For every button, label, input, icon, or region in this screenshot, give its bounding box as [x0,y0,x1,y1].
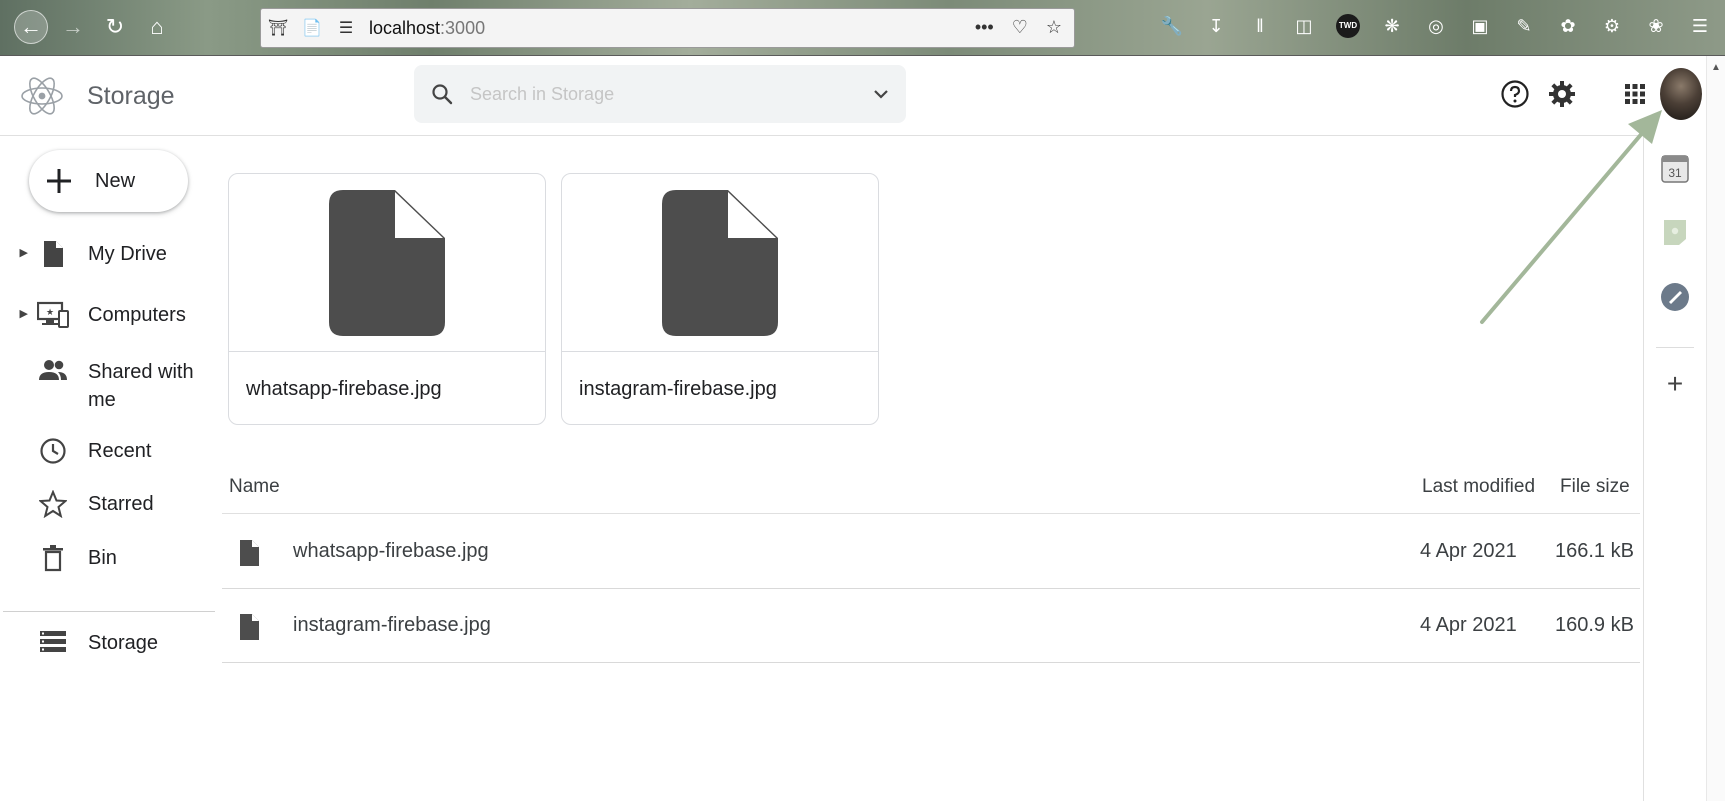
expand-caret-icon[interactable]: ▶ [0,240,28,259]
new-button-label: New [95,169,136,192]
clock-icon [28,437,78,465]
extension-toolbar: 🔧 ↧ ‖ ◫ TWD ❋ ◎ ▣ ✎ ✿ ⚙ ❀ ☰ [1160,14,1712,38]
sidebar-item-label: Storage [88,632,159,654]
permissions-icon[interactable]: ☰ [329,18,363,38]
sidebar-item-computers[interactable]: ▶ ★ Computers [0,301,215,329]
file-modified: 4 Apr 2021 [1420,540,1517,562]
file-icon [329,189,445,336]
trash-icon [28,544,78,572]
computers-icon: ★ [28,301,78,329]
home-icon[interactable]: ⌂ [140,10,174,44]
sidebar-icon[interactable]: ◫ [1292,14,1316,38]
new-button[interactable]: New [29,150,188,212]
apps-grid-icon[interactable] [1617,76,1653,112]
sidebar-divider [3,611,215,612]
gear-icon[interactable] [1544,76,1580,112]
avatar[interactable] [1660,68,1702,120]
side-panel-divider [1656,347,1694,348]
wrench-icon[interactable]: 🔧 [1160,14,1184,38]
calendar-icon[interactable]: 31 [1660,153,1690,183]
scrollbar[interactable]: ▲ [1706,56,1725,801]
file-size: 166.1 kB [1555,540,1634,562]
sidebar-item-label: Bin [88,547,117,569]
file-list-header: Name Last modified File size [222,466,1640,514]
hamburger-menu-icon[interactable]: ☰ [1688,14,1712,38]
forward-icon[interactable]: → [56,10,90,44]
sidebar-item-label: Computers [88,304,186,326]
plus-icon [29,168,89,194]
page-icon: 📄 [302,20,322,37]
expand-caret-icon[interactable]: ▶ [0,301,28,320]
sidebar-item-label: Recent [88,440,152,462]
shield-icon[interactable]: ⛩ [261,18,295,38]
column-header-last-modified[interactable]: Last modified [1422,476,1535,498]
file-size: 160.9 kB [1555,614,1634,636]
file-card-name: instagram-firebase.jpg [579,378,777,400]
sidebar-item-label: Starred [88,493,154,515]
extension-badge-icon[interactable]: TWD [1336,14,1360,38]
file-name: whatsapp-firebase.jpg [293,540,489,562]
translate-icon[interactable]: ⚙ [1600,14,1624,38]
browser-toolbar: ← → ↻ ⌂ ⛩ 📄 ☰ localhost:3000 ••• ♡ ☆ 🔧 ↧… [0,0,1725,56]
app-title: Storage [87,82,175,110]
react-logo-icon [21,77,63,115]
file-icon [28,240,78,268]
keep-notes-icon[interactable] [1660,217,1690,247]
star-icon [28,490,78,518]
add-addon-icon[interactable]: + [1660,368,1690,399]
url-text[interactable]: localhost:3000 [369,18,485,39]
file-card[interactable]: whatsapp-firebase.jpg [228,173,546,425]
sidebar-item-label: Shared with me [88,361,194,411]
file-icon [238,613,260,646]
table-row[interactable]: instagram-firebase.jpg 4 Apr 2021 160.9 … [222,589,1640,663]
scroll-up-icon[interactable]: ▲ [1711,62,1721,73]
column-header-file-size[interactable]: File size [1560,476,1630,498]
sidebar-item-my-drive[interactable]: ▶ My Drive [0,240,215,268]
search-icon[interactable] [414,82,470,106]
file-card[interactable]: instagram-firebase.jpg [561,173,879,425]
target-icon[interactable]: ◎ [1424,14,1448,38]
column-header-name[interactable]: Name [229,476,280,498]
footprint-icon[interactable]: ✿ [1556,14,1580,38]
back-icon[interactable]: ← [14,10,48,44]
page-actions-icon[interactable]: ••• [975,17,994,38]
notes-icon[interactable]: ✎ [1512,14,1536,38]
pocket-icon[interactable]: ♡ [1012,17,1028,38]
sidebar-item-bin[interactable]: Bin [0,544,215,572]
file-thumbnail [229,174,545,352]
side-panel: 31 + [1643,137,1705,801]
sidebar-item-recent[interactable]: Recent [0,437,215,465]
search-bar [414,65,906,123]
sidebar-item-storage[interactable]: Storage [0,629,215,657]
screenshot-icon[interactable]: ▣ [1468,14,1492,38]
file-thumbnail [562,174,878,352]
sidebar-item-shared-with-me[interactable]: Shared with me [0,358,215,414]
svg-text:★: ★ [46,308,54,318]
storage-icon [28,629,78,653]
reload-icon[interactable]: ↻ [98,10,132,44]
people-icon [28,358,78,382]
sidebar-item-label: My Drive [88,243,167,265]
annotation-arrow [1480,110,1662,324]
palette-icon[interactable]: ❀ [1644,14,1668,38]
file-name: instagram-firebase.jpg [293,614,491,636]
address-bar[interactable]: ⛩ 📄 ☰ localhost:3000 ••• ♡ ☆ [260,8,1075,48]
app-header: Storage [0,56,1702,136]
chevron-down-icon[interactable] [856,88,906,100]
table-row[interactable]: whatsapp-firebase.jpg 4 Apr 2021 166.1 k… [222,515,1640,589]
file-card-name: whatsapp-firebase.jpg [246,378,442,400]
gear-extension-icon[interactable]: ❋ [1380,14,1404,38]
svg-text:31: 31 [1668,166,1682,180]
sidebar-item-starred[interactable]: Starred [0,490,215,518]
search-input[interactable] [470,83,856,105]
help-icon[interactable] [1497,76,1533,112]
library-icon[interactable]: ‖ [1248,14,1272,38]
tasks-icon[interactable] [1660,282,1690,312]
file-modified: 4 Apr 2021 [1420,614,1517,636]
file-icon [238,539,260,572]
bookmark-star-icon[interactable]: ☆ [1046,17,1062,38]
download-icon[interactable]: ↧ [1204,14,1228,38]
file-icon [662,189,778,336]
